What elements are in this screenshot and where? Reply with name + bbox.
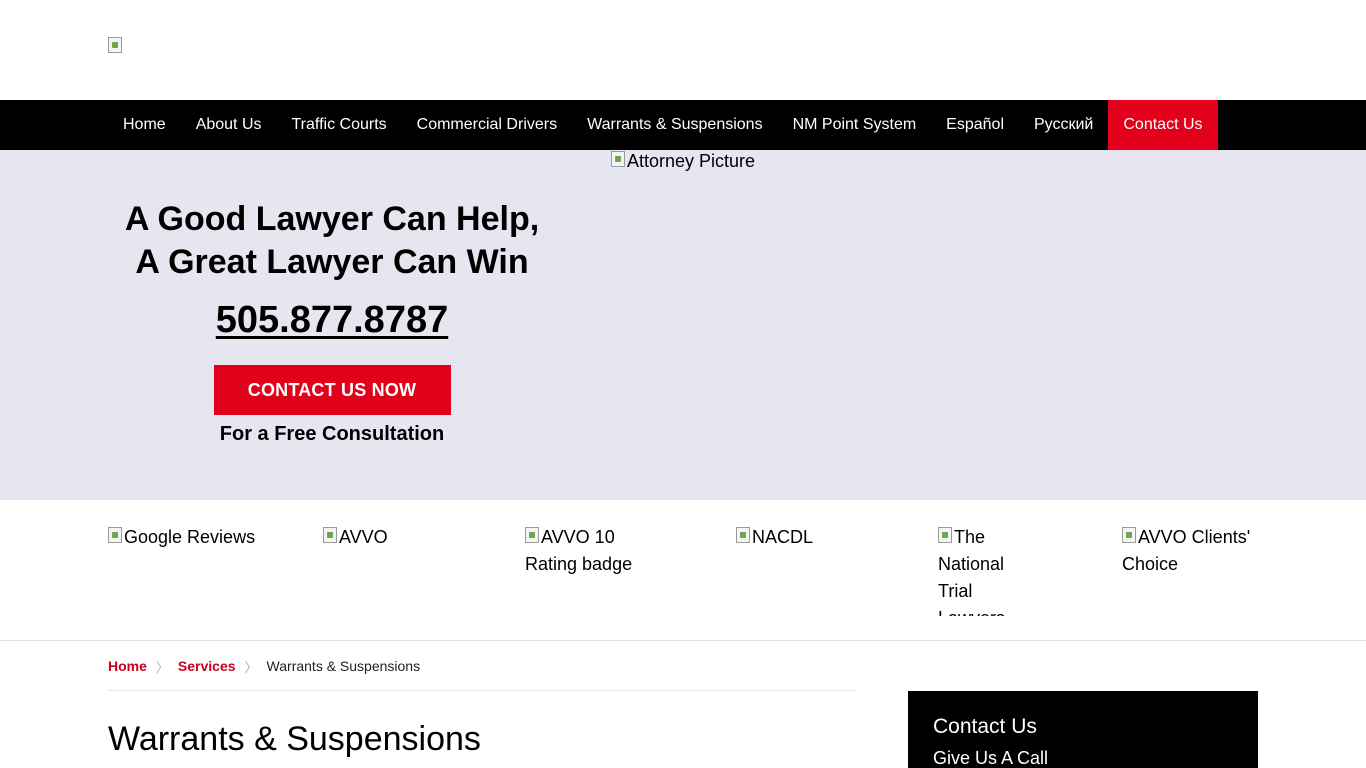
hero-section: A Good Lawyer Can Help, A Great Lawyer C… [0, 150, 1366, 500]
hero-title: A Good Lawyer Can Help, A Great Lawyer C… [108, 198, 556, 284]
nav-item-traffic-courts[interactable]: Traffic Courts [277, 100, 402, 150]
badge-nacdl[interactable]: NACDL [736, 524, 886, 616]
nav-item-warrants-suspensions[interactable]: Warrants & Suspensions [572, 100, 777, 150]
site-logo[interactable] [108, 37, 124, 53]
main-nav: Home About Us Traffic Courts Commercial … [0, 100, 1366, 150]
badge-alt: NACDL [752, 527, 814, 547]
broken-image-icon [736, 527, 750, 543]
sidebar-subtitle: Give Us A Call [933, 748, 1049, 768]
badge-alt: AVVO Clients' Choice [1122, 527, 1251, 574]
broken-image-icon [1122, 527, 1136, 543]
breadcrumb-services[interactable]: Services [178, 658, 236, 674]
phone-link[interactable]: 505.877.8787 [216, 299, 448, 342]
broken-image-icon [938, 527, 952, 543]
free-consultation-text: For a Free Consultation [219, 423, 445, 445]
broken-image-icon [323, 527, 337, 543]
sidebar-contact-box: Contact Us Give Us A Call [908, 691, 1258, 768]
badge-national-trial-lawyers[interactable]: The National Trial Lawyers [938, 524, 1033, 616]
broken-image-icon [108, 37, 122, 53]
nav-item-commercial-drivers[interactable]: Commercial Drivers [402, 100, 572, 150]
broken-image-icon [611, 151, 625, 167]
breadcrumb-current: Warrants & Suspensions [266, 658, 421, 674]
nav-item-about-us[interactable]: About Us [181, 100, 277, 150]
badge-alt: AVVO 10 Rating badge [525, 527, 633, 574]
site-header [0, 0, 1366, 100]
hero-content: A Good Lawyer Can Help, A Great Lawyer C… [108, 150, 556, 446]
contact-us-now-button[interactable]: CONTACT US NOW [213, 365, 451, 415]
badge-alt: AVVO [339, 527, 388, 547]
content-divider [108, 690, 857, 691]
breadcrumb: Home 〉 Services 〉 Warrants & Suspensions [108, 657, 420, 675]
sidebar-title: Contact Us [933, 715, 1037, 738]
nav-item-nm-point-system[interactable]: NM Point System [778, 100, 932, 150]
chevron-right-icon: 〉 [155, 659, 169, 675]
attorney-picture: Attorney Picture [611, 148, 755, 175]
badge-alt: Google Reviews [124, 527, 256, 547]
nav-item-contact-us[interactable]: Contact Us [1108, 100, 1218, 150]
nav-item-russian[interactable]: Русский [1019, 100, 1108, 150]
page-title: Warrants & Suspensions [108, 720, 481, 758]
breadcrumb-home[interactable]: Home [108, 658, 147, 674]
broken-image-icon [108, 527, 122, 543]
hero-title-line-1: A Good Lawyer Can Help, [124, 200, 540, 238]
attorney-picture-alt: Attorney Picture [627, 151, 756, 171]
nav-item-home[interactable]: Home [108, 100, 181, 150]
badge-avvo-rating[interactable]: AVVO 10 Rating badge [525, 524, 655, 616]
broken-image-icon [525, 527, 539, 543]
nav-list: Home About Us Traffic Courts Commercial … [108, 100, 1218, 150]
badge-google-reviews[interactable]: Google Reviews [108, 524, 298, 616]
badges-section: Google Reviews AVVO AVVO 10 Rating badge… [0, 500, 1366, 641]
badge-avvo[interactable]: AVVO [323, 524, 473, 616]
hero-title-line-2: A Great Lawyer Can Win [135, 243, 529, 281]
nav-item-espanol[interactable]: Español [931, 100, 1019, 150]
chevron-right-icon: 〉 [244, 659, 258, 675]
badge-avvo-clients-choice[interactable]: AVVO Clients' Choice [1122, 524, 1258, 616]
